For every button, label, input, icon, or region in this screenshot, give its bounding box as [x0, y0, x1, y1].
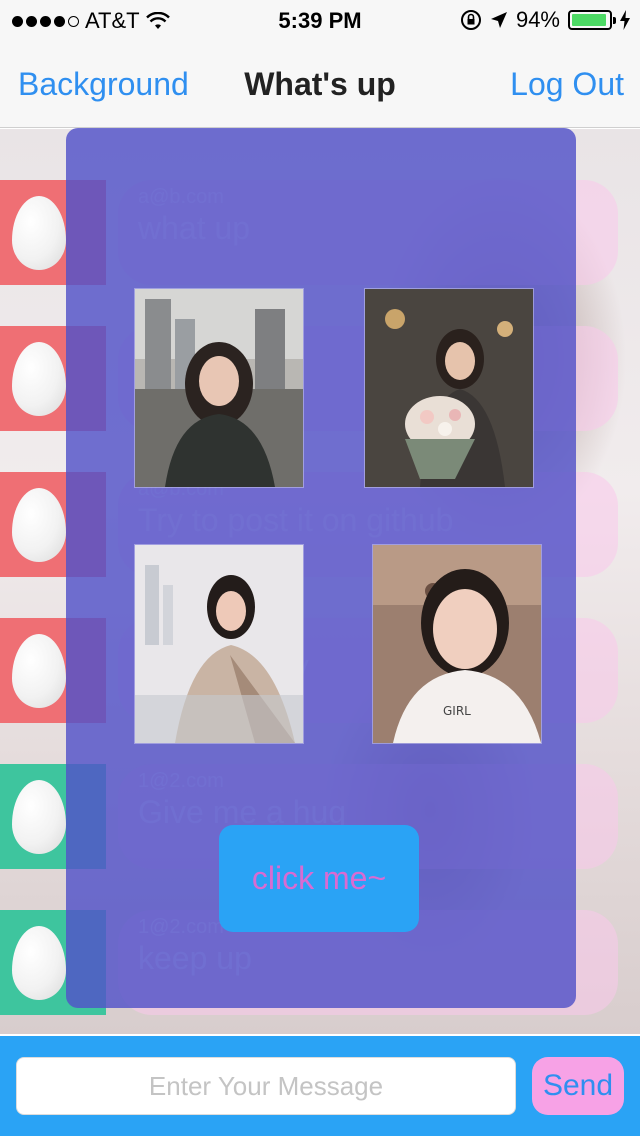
log-out-button[interactable]: Log Out — [510, 66, 624, 103]
status-left: AT&T — [12, 8, 170, 34]
wifi-icon — [145, 12, 170, 29]
egg-avatar-icon — [12, 779, 66, 854]
svg-text:GIRL: GIRL — [443, 704, 471, 718]
egg-avatar-icon — [12, 633, 66, 708]
carrier-label: AT&T — [85, 8, 140, 33]
orientation-lock-icon — [460, 10, 481, 30]
status-bar: AT&T 5:39 PM 94% — [0, 0, 640, 40]
egg-avatar-icon — [12, 341, 66, 416]
location-arrow-icon — [490, 12, 507, 28]
battery-percent: 94% — [515, 7, 560, 32]
photo-thumbnail[interactable] — [135, 289, 303, 487]
battery-level — [572, 14, 606, 26]
egg-avatar-icon — [12, 195, 66, 270]
photo-thumbnail[interactable] — [135, 545, 303, 743]
photo-thumbnail[interactable]: GIRL — [373, 545, 541, 743]
battery-icon — [568, 10, 616, 30]
message-input[interactable] — [16, 1057, 516, 1115]
egg-avatar-icon — [12, 925, 66, 1000]
navigation-bar: Background What's up Log Out — [0, 40, 640, 128]
send-button[interactable]: Send — [532, 1057, 624, 1115]
signal-strength-icon — [12, 15, 79, 27]
click-me-button[interactable]: click me~ — [219, 825, 419, 932]
charging-bolt-icon — [620, 10, 630, 30]
egg-avatar-icon — [12, 487, 66, 562]
message-input-bar: Send — [0, 1036, 640, 1136]
background-button[interactable]: Background — [18, 66, 189, 103]
photo-overlay: GIRL click me~ — [66, 128, 576, 1008]
photo-thumbnail[interactable] — [365, 289, 533, 487]
status-right: 94% — [460, 7, 630, 33]
